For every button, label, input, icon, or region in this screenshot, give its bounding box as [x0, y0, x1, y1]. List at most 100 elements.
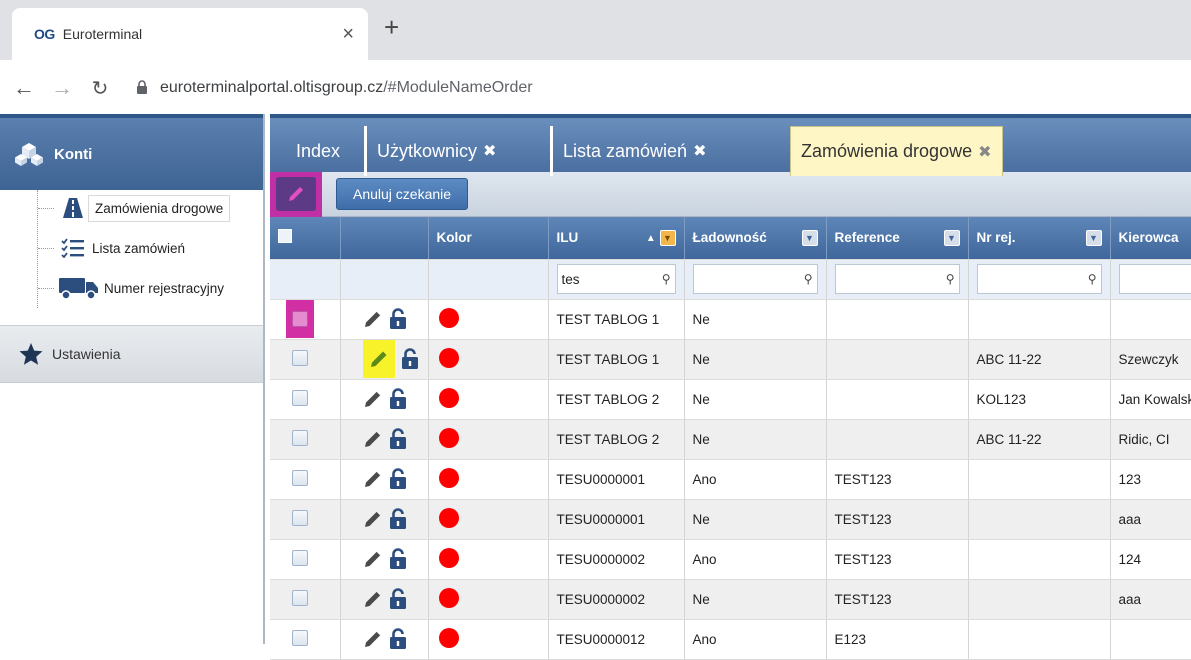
row-checkbox[interactable] — [292, 390, 308, 406]
table-row[interactable]: TEST TABLOG 2NeKOL123Jan Kowalski — [270, 379, 1191, 419]
filter-empty — [270, 259, 340, 299]
unlock-icon[interactable] — [401, 348, 419, 370]
color-cell — [428, 619, 548, 659]
unlock-icon[interactable] — [389, 308, 407, 330]
pencil-icon[interactable] — [363, 309, 383, 329]
browser-tab-close-button[interactable]: × — [342, 23, 354, 46]
table-row[interactable]: TESU0000002AnoTEST123124 — [270, 539, 1191, 579]
unlock-icon[interactable] — [389, 388, 407, 410]
sidebar-item-numer-rejestracyjny[interactable]: Numer rejestracyjny — [38, 270, 228, 306]
row-checkbox[interactable] — [292, 590, 308, 606]
sidebar-item-lista-zamowien[interactable]: Lista zamówień — [38, 230, 189, 266]
row-checkbox[interactable] — [292, 470, 308, 486]
forward-icon[interactable]: → — [48, 75, 76, 101]
table-row[interactable]: TESU0000001AnoTEST123123 — [270, 459, 1191, 499]
tab-label: Zamówienia drogowe — [801, 141, 972, 162]
table-row[interactable]: TEST TABLOG 1NeABC 11-22Szewczyk — [270, 339, 1191, 379]
tab-close-icon[interactable]: ✖ — [693, 141, 706, 161]
sidebar-item-ustawienia[interactable]: Ustawienia — [0, 325, 263, 383]
row-checkbox[interactable] — [292, 311, 308, 327]
sidebar-item-zamowienia-drogowe[interactable]: Zamówienia drogowe — [38, 190, 230, 226]
browser-tab[interactable]: OG Euroterminal × — [12, 8, 368, 60]
table-row[interactable]: TEST TABLOG 2NeABC 11-22Ridic, CI — [270, 419, 1191, 459]
header-reference[interactable]: Reference▼ — [826, 217, 968, 259]
tab-lista-zamowien[interactable]: Lista zamówień ✖ — [550, 126, 716, 176]
cell-ilu: TEST TABLOG 1 — [548, 299, 684, 339]
filter-ladownosc-input[interactable]: ⚲ — [693, 264, 818, 294]
cell-kierowca — [1110, 299, 1191, 339]
tab-index[interactable]: Index — [286, 126, 350, 176]
actions-cell — [340, 499, 428, 539]
cell-reference — [826, 339, 968, 379]
filter-icon[interactable]: ⚲ — [662, 272, 671, 286]
column-menu-button[interactable]: ▼ — [802, 230, 818, 246]
tab-zamowienia-drogowe[interactable]: Zamówienia drogowe ✖ — [790, 126, 1003, 176]
unlock-icon[interactable] — [389, 548, 407, 570]
header-select-all[interactable] — [270, 217, 340, 259]
pencil-icon[interactable] — [363, 629, 383, 649]
select-all-checkbox[interactable] — [278, 229, 292, 243]
filter-empty — [340, 259, 428, 299]
unlock-icon[interactable] — [389, 428, 407, 450]
cell-kierowca: aaa — [1110, 579, 1191, 619]
filter-kierowca-input[interactable] — [1119, 264, 1191, 294]
filter-icon[interactable]: ⚲ — [804, 272, 813, 286]
address-bar[interactable]: euroterminalportal.oltisgroup.cz/#Module… — [136, 79, 533, 97]
column-menu-button[interactable]: ▼ — [944, 230, 960, 246]
cell-ladownosc: Ne — [684, 299, 826, 339]
color-dot — [439, 428, 459, 448]
filter-nrrej-cell: ⚲ — [968, 259, 1110, 299]
reload-icon[interactable]: ↻ — [86, 76, 114, 101]
unlock-icon[interactable] — [389, 588, 407, 610]
column-menu-button[interactable]: ▼ — [660, 230, 676, 246]
cell-reference: TEST123 — [826, 499, 968, 539]
table-row[interactable]: TESU0000001NeTEST123aaa — [270, 499, 1191, 539]
tree-branch — [38, 288, 54, 289]
row-checkbox[interactable] — [292, 630, 308, 646]
filter-ladownosc-cell: ⚲ — [684, 259, 826, 299]
filter-nrrej-input[interactable]: ⚲ — [977, 264, 1102, 294]
pencil-icon[interactable] — [369, 349, 389, 369]
tab-close-icon[interactable]: ✖ — [978, 142, 991, 162]
header-ladownosc[interactable]: Ładowność▼ — [684, 217, 826, 259]
filter-ilu-input[interactable]: tes⚲ — [557, 264, 676, 294]
tab-uzytkownicy[interactable]: Użytkownicy ✖ — [364, 126, 506, 176]
select-cell — [270, 339, 340, 379]
cancel-wait-button[interactable]: Anuluj czekanie — [336, 178, 468, 210]
unlock-icon[interactable] — [389, 508, 407, 530]
unlock-icon[interactable] — [389, 468, 407, 490]
filter-icon[interactable]: ⚲ — [946, 272, 955, 286]
header-ilu[interactable]: ILU ▲ ▼ — [548, 217, 684, 259]
row-checkbox[interactable] — [292, 430, 308, 446]
pencil-icon[interactable] — [363, 429, 383, 449]
color-dot — [439, 308, 459, 328]
pencil-icon[interactable] — [363, 469, 383, 489]
pencil-icon[interactable] — [363, 509, 383, 529]
header-kierowca[interactable]: Kierowca — [1110, 217, 1191, 259]
row-checkbox[interactable] — [292, 350, 308, 366]
back-icon[interactable]: ← — [10, 75, 38, 101]
pencil-icon[interactable] — [363, 549, 383, 569]
filter-icon[interactable]: ⚲ — [1088, 272, 1097, 286]
new-tab-button[interactable]: + — [384, 14, 399, 40]
sidebar-header[interactable]: Konti — [0, 114, 263, 190]
pencil-icon[interactable] — [363, 589, 383, 609]
table-row[interactable]: TEST TABLOG 1Ne — [270, 299, 1191, 339]
pencil-icon — [287, 185, 305, 203]
column-menu-button[interactable]: ▼ — [1086, 230, 1102, 246]
cell-ilu: TEST TABLOG 2 — [548, 379, 684, 419]
header-kolor[interactable]: Kolor — [428, 217, 548, 259]
pencil-icon[interactable] — [363, 389, 383, 409]
edit-button[interactable] — [276, 177, 316, 211]
cell-kierowca: 124 — [1110, 539, 1191, 579]
filter-reference-input[interactable]: ⚲ — [835, 264, 960, 294]
unlock-icon[interactable] — [389, 628, 407, 650]
browser-tab-title: Euroterminal — [63, 26, 343, 42]
tab-label: Index — [296, 141, 340, 162]
tab-close-icon[interactable]: ✖ — [483, 141, 496, 161]
row-checkbox[interactable] — [292, 550, 308, 566]
table-row[interactable]: TESU0000002NeTEST123aaa — [270, 579, 1191, 619]
row-checkbox[interactable] — [292, 510, 308, 526]
table-row[interactable]: TESU0000012AnoE123 — [270, 619, 1191, 659]
header-nrrej[interactable]: Nr rej.▼ — [968, 217, 1110, 259]
